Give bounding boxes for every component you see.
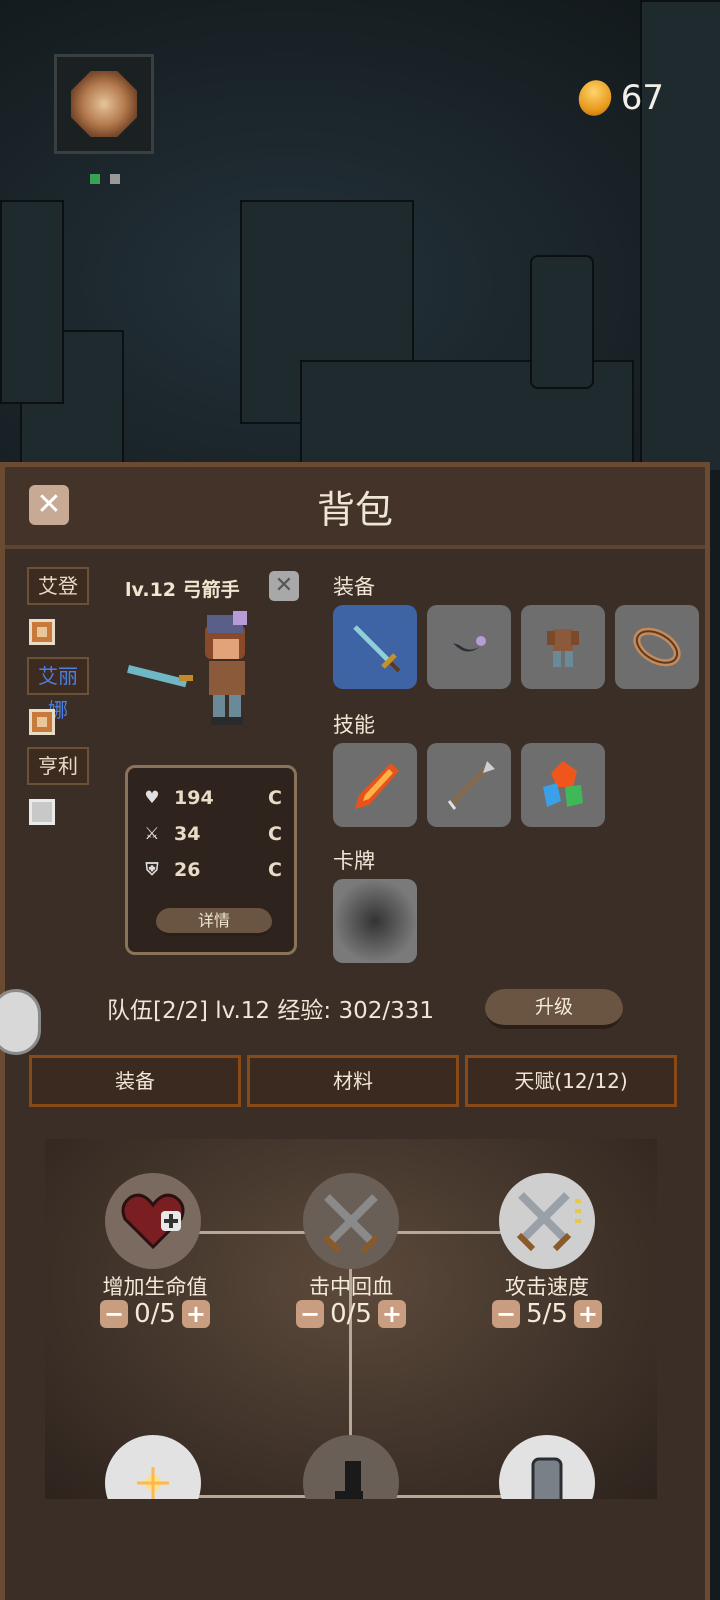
minimap[interactable] bbox=[54, 54, 154, 154]
team-info: 队伍[2/2] lv.12 经验: 302/331 bbox=[107, 998, 434, 1024]
details-button[interactable]: 详情 bbox=[156, 908, 272, 936]
game-scene: 67 bbox=[0, 0, 720, 470]
character-tab-aiden[interactable]: 艾登 bbox=[27, 567, 89, 605]
talent-node-sparkle[interactable] bbox=[105, 1435, 201, 1499]
panel-header: ✕ 背包 bbox=[5, 467, 705, 549]
stat-grade: C bbox=[268, 859, 282, 881]
coin-counter: 67 bbox=[573, 75, 664, 121]
stat-value: 194 bbox=[174, 787, 214, 809]
sword-icon: ⚔ bbox=[144, 824, 160, 844]
talent-counter: − 0/5 + bbox=[261, 1299, 441, 1329]
character-checkbox[interactable] bbox=[29, 619, 55, 645]
side-handle[interactable] bbox=[0, 989, 41, 1055]
talent-node-health[interactable] bbox=[105, 1173, 201, 1269]
stat-attack: ⚔ 34 C bbox=[142, 820, 282, 848]
room-icon bbox=[71, 71, 137, 137]
talent-label: 击中回血 bbox=[309, 1275, 393, 1299]
increase-button[interactable]: + bbox=[181, 1300, 210, 1328]
character-name: 艾登 bbox=[38, 574, 78, 598]
talent-node-boot[interactable] bbox=[303, 1435, 399, 1499]
room-dot bbox=[110, 174, 120, 184]
talent-counter: − 0/5 + bbox=[65, 1299, 245, 1329]
skill-slot-3[interactable] bbox=[521, 743, 605, 827]
decrease-button[interactable]: − bbox=[100, 1300, 129, 1328]
character-checkbox[interactable] bbox=[29, 799, 55, 825]
stat-grade: C bbox=[268, 823, 282, 845]
increase-button[interactable]: + bbox=[573, 1300, 602, 1328]
upgrade-button[interactable]: 升级 bbox=[485, 989, 623, 1029]
stone-icon bbox=[531, 1457, 563, 1499]
arrow-icon bbox=[447, 761, 495, 810]
talent-tree: 增加生命值 − 0/5 + 击中回血 − 0/5 + 攻击速度 − 5/5 + bbox=[45, 1139, 657, 1499]
equipment-slot-ring[interactable] bbox=[615, 605, 699, 689]
character-name: 亨利 bbox=[38, 754, 78, 778]
talent-label: 攻击速度 bbox=[505, 1275, 589, 1299]
skills-label: 技能 bbox=[333, 713, 375, 737]
talent-label: 增加生命值 bbox=[102, 1275, 208, 1299]
tab-equipment[interactable]: 装备 bbox=[29, 1055, 241, 1107]
sword-icon bbox=[353, 625, 401, 673]
talent-value: 0/5 bbox=[134, 1299, 176, 1329]
talent-value: 0/5 bbox=[330, 1299, 372, 1329]
rock bbox=[0, 200, 64, 404]
tab-materials[interactable]: 材料 bbox=[247, 1055, 459, 1107]
hero-stats: ♥ 194 C ⚔ 34 C ⛨ 26 C 详情 bbox=[125, 765, 297, 955]
panel-title: 背包 bbox=[316, 488, 393, 532]
equipment-slot-weapon[interactable] bbox=[333, 605, 417, 689]
equipment-label: 装备 bbox=[333, 575, 375, 599]
backpack-panel: ✕ 背包 艾登 艾丽娜 亨利 lv.12 弓箭手 ✕ ♥ 194 C ⚔ 34 … bbox=[0, 462, 710, 1600]
character-tab-henry[interactable]: 亨利 bbox=[27, 747, 89, 785]
talent-node-stone[interactable] bbox=[499, 1435, 595, 1499]
room-dot bbox=[90, 174, 100, 184]
stat-value: 26 bbox=[174, 859, 201, 881]
coin-icon bbox=[573, 75, 616, 121]
room-indicator bbox=[90, 174, 120, 184]
hero-title: lv.12 弓箭手 bbox=[125, 579, 240, 601]
fire-arrow-icon bbox=[355, 763, 399, 809]
cards-label: 卡牌 bbox=[333, 849, 375, 873]
boot-icon bbox=[335, 1461, 363, 1499]
decrease-button[interactable]: − bbox=[296, 1300, 325, 1328]
equipment-slot-armor[interactable] bbox=[521, 605, 605, 689]
stat-health: ♥ 194 C bbox=[142, 784, 282, 812]
character-checkbox[interactable] bbox=[29, 709, 55, 735]
skill-slot-1[interactable] bbox=[333, 743, 417, 827]
cape-icon bbox=[453, 636, 486, 652]
shield-icon: ⛨ bbox=[145, 860, 159, 880]
hero-sprite bbox=[125, 605, 265, 735]
rock bbox=[640, 0, 720, 470]
armor-icon bbox=[547, 629, 579, 667]
card-slot[interactable] bbox=[333, 879, 417, 963]
stat-value: 34 bbox=[174, 823, 201, 845]
gems-icon bbox=[543, 761, 583, 807]
skill-slot-2[interactable] bbox=[427, 743, 511, 827]
talent-node-lifesteal[interactable] bbox=[303, 1173, 399, 1269]
decrease-button[interactable]: − bbox=[492, 1300, 521, 1328]
sparkle-icon bbox=[137, 1467, 169, 1499]
remove-hero-button[interactable]: ✕ bbox=[269, 571, 299, 601]
increase-button[interactable]: + bbox=[377, 1300, 406, 1328]
talent-value: 5/5 bbox=[526, 1299, 568, 1329]
stat-defense: ⛨ 26 C bbox=[142, 856, 282, 884]
stat-grade: C bbox=[268, 787, 282, 809]
character-tab-elena[interactable]: 艾丽娜 bbox=[27, 657, 89, 722]
heart-plus-icon bbox=[121, 1193, 185, 1250]
equipment-slot-accessory[interactable] bbox=[427, 605, 511, 689]
bracelet-icon bbox=[633, 627, 681, 667]
swords-speed-icon bbox=[516, 1192, 581, 1252]
close-icon: ✕ bbox=[274, 573, 294, 598]
pillar bbox=[530, 255, 594, 389]
talent-node-attack-speed[interactable] bbox=[499, 1173, 595, 1269]
heart-icon: ♥ bbox=[144, 788, 160, 808]
crossed-swords-icon bbox=[322, 1194, 380, 1254]
tab-talents[interactable]: 天赋(12/12) bbox=[465, 1055, 677, 1107]
coin-count: 67 bbox=[620, 78, 664, 118]
talent-counter: − 5/5 + bbox=[457, 1299, 637, 1329]
